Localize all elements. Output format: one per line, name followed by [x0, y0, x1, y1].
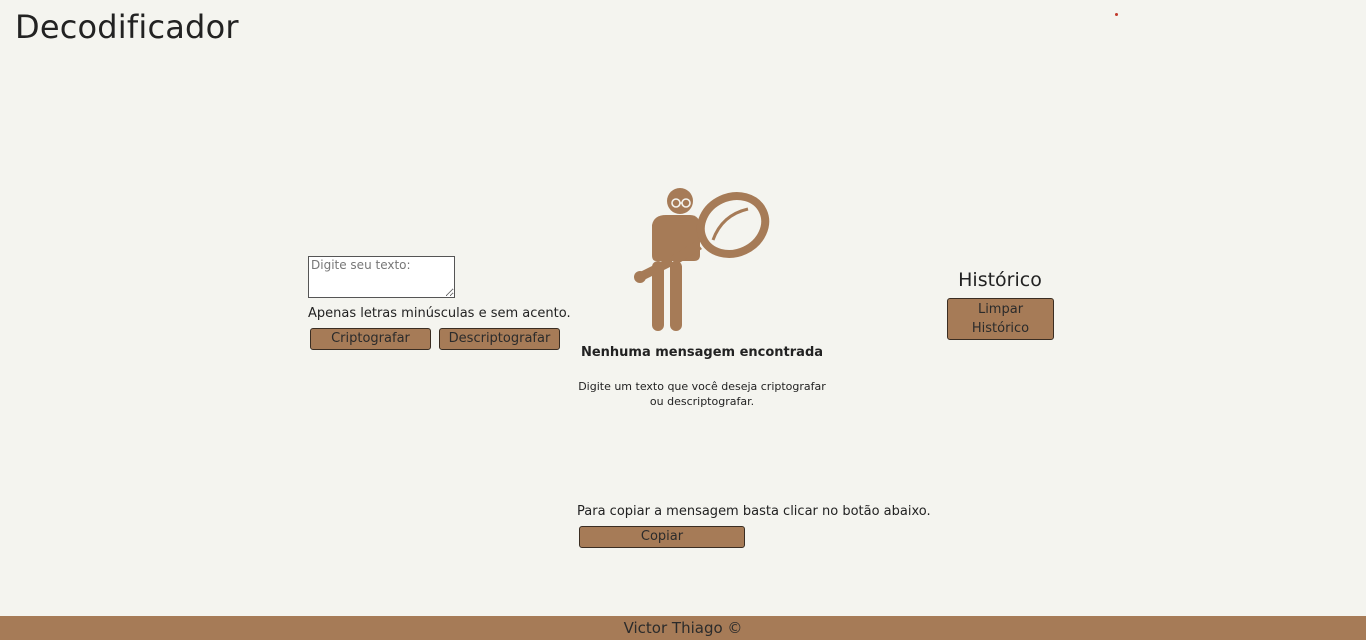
history-title: Histórico: [958, 269, 1042, 291]
footer-credit: Victor Thiago ©: [623, 619, 743, 637]
decrypt-button[interactable]: Descriptografar: [439, 328, 560, 350]
copy-hint: Para copiar a mensagem basta clicar no b…: [577, 504, 931, 519]
empty-message-description: Digite um texto que você deseja criptogr…: [560, 379, 844, 409]
red-dot: [1115, 13, 1118, 16]
empty-desc-line1: Digite um texto que você deseja criptogr…: [578, 380, 826, 393]
text-input[interactable]: [308, 256, 455, 298]
page: Decodificador Apenas letras minúsculas e…: [0, 0, 1366, 640]
copy-button[interactable]: Copiar: [579, 526, 745, 548]
encrypt-button[interactable]: Criptografar: [310, 328, 431, 350]
input-hint: Apenas letras minúsculas e sem acento.: [308, 306, 571, 321]
footer: Victor Thiago ©: [0, 616, 1366, 640]
app-title: Decodificador: [15, 8, 239, 46]
empty-desc-line2: ou descriptografar.: [649, 395, 755, 408]
person-magnifier-icon: [634, 188, 770, 331]
clear-history-button[interactable]: Limpar Histórico: [947, 298, 1054, 340]
empty-message-title: Nenhuma mensagem encontrada: [580, 345, 824, 360]
